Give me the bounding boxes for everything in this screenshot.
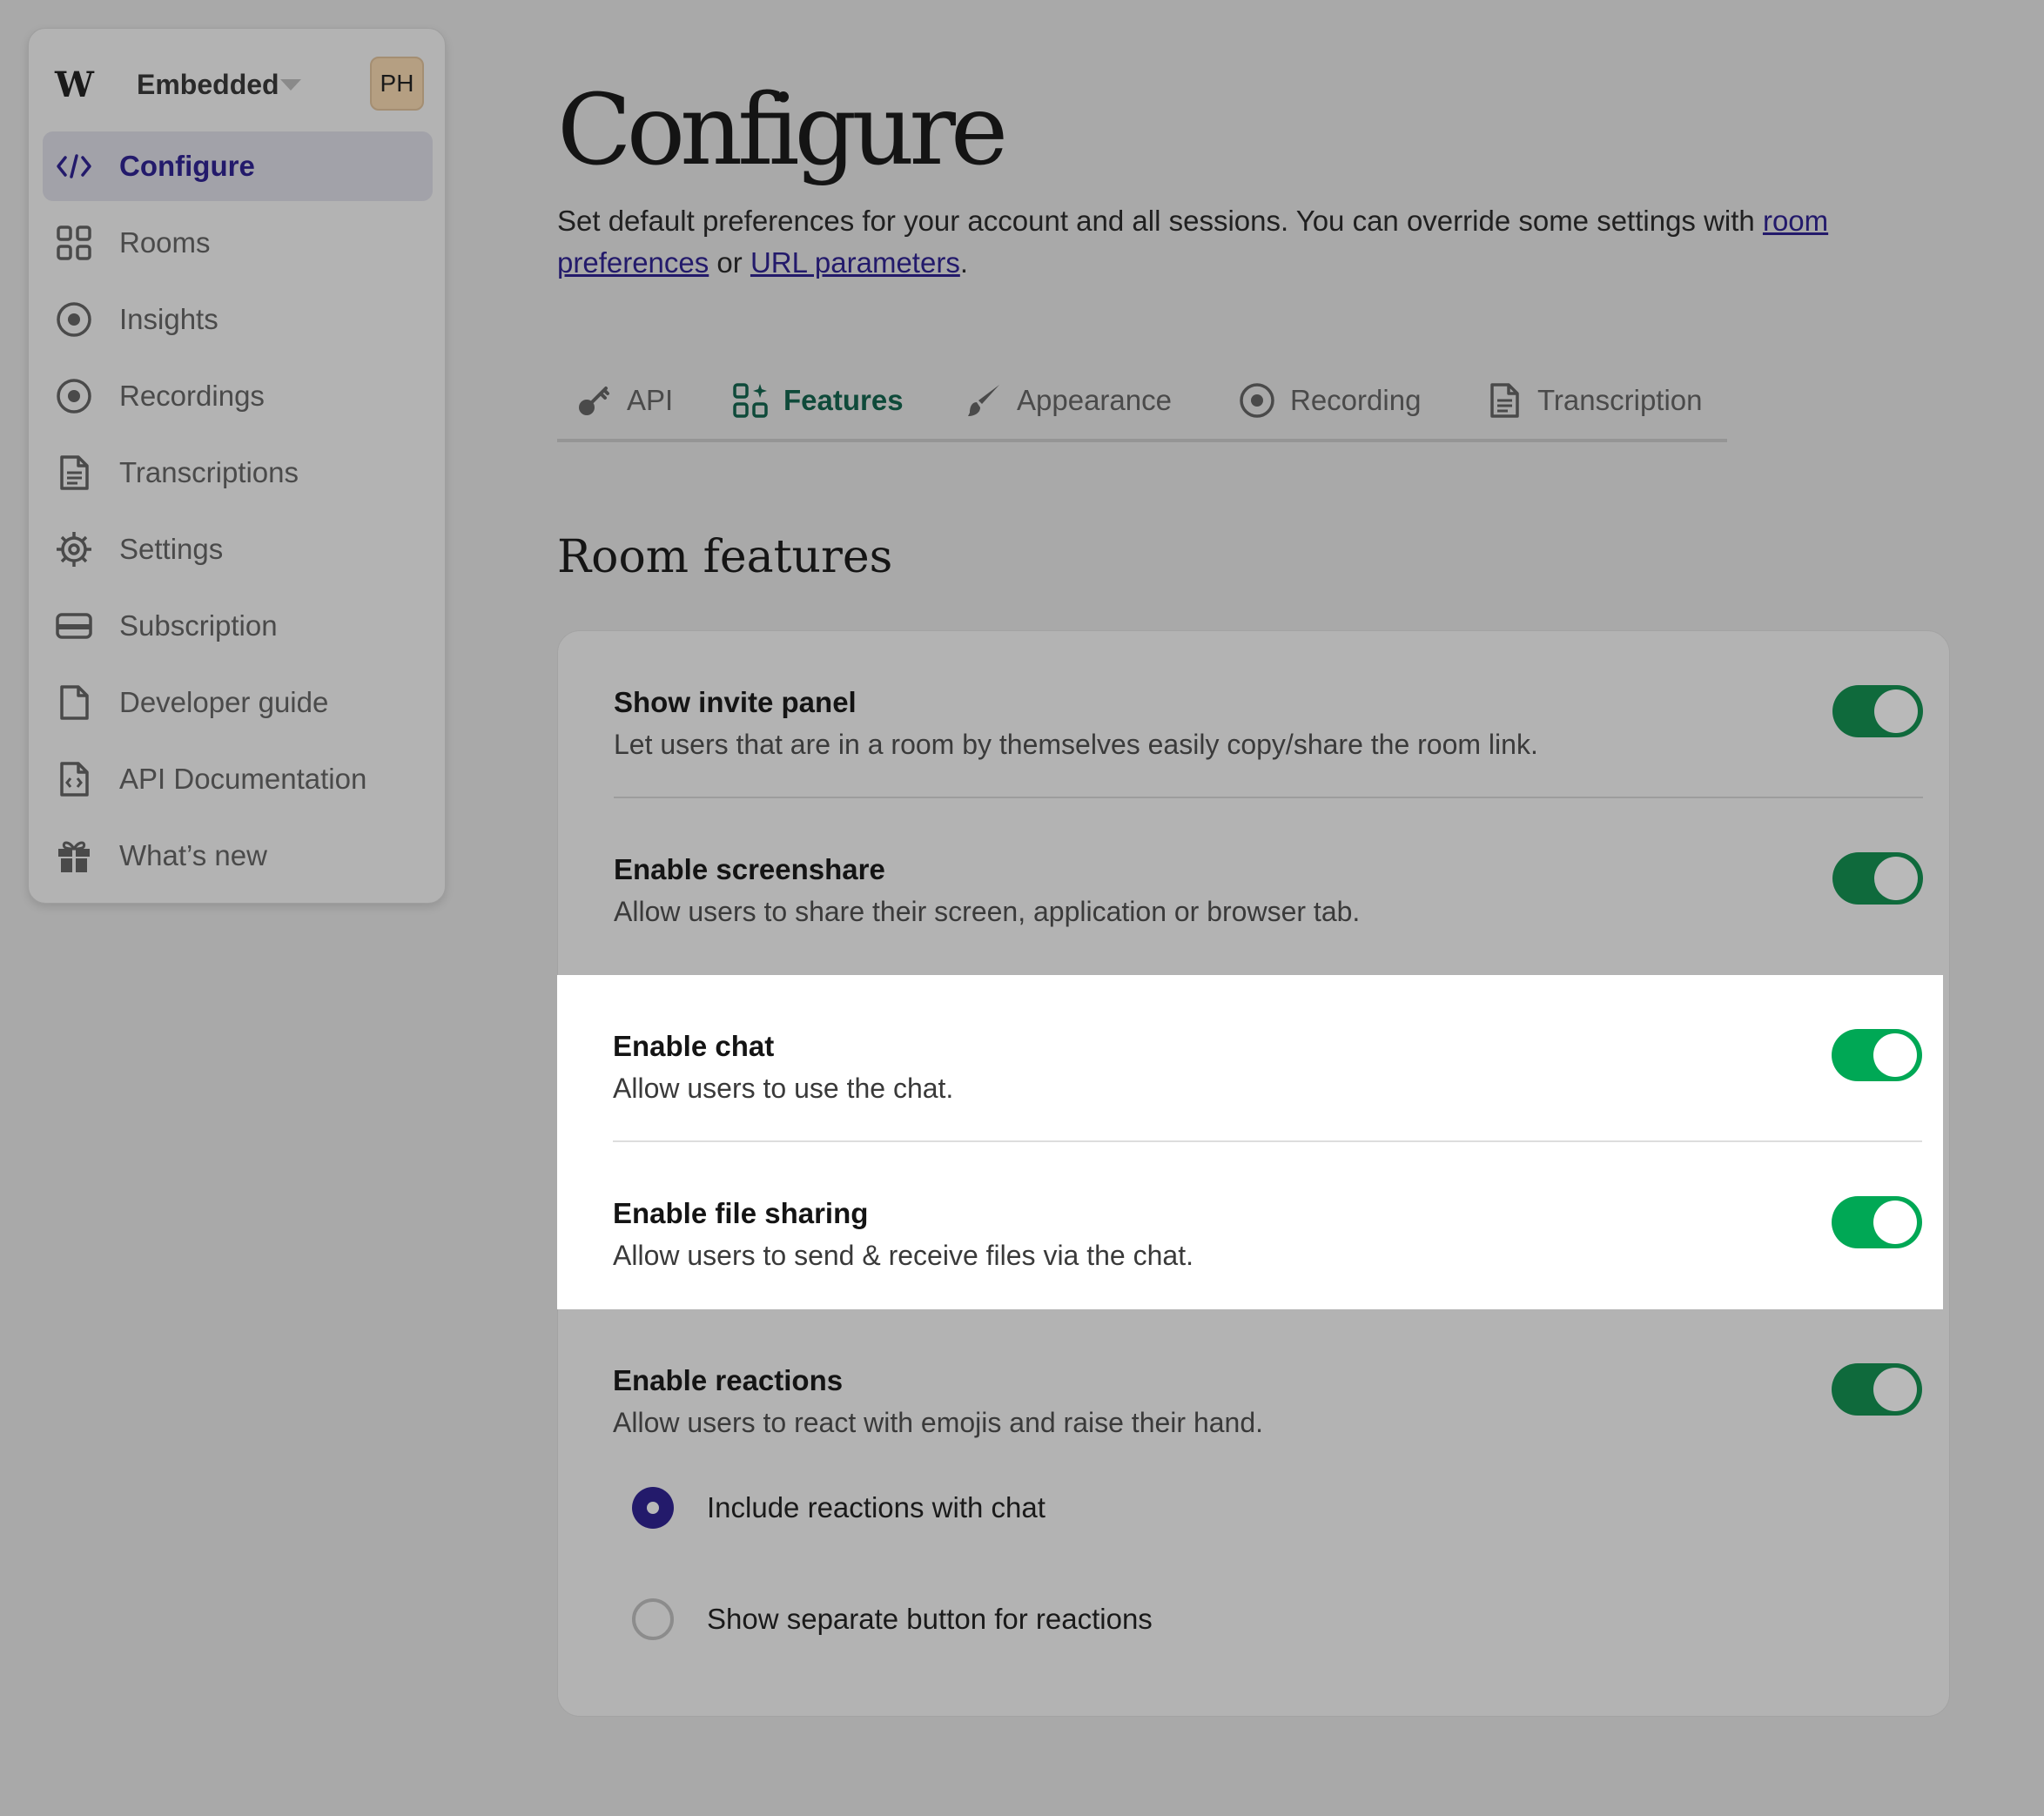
tab-appearance[interactable]: Appearance xyxy=(947,366,1200,435)
sidebar-item-label: Configure xyxy=(119,150,255,182)
target-icon xyxy=(57,302,91,337)
radio-label: Show separate button for reactions xyxy=(707,1603,1153,1635)
tab-bar: API Features Appearance Recording Transc… xyxy=(557,366,1727,442)
radio-separate-reactions-button[interactable]: Show separate button for reactions xyxy=(632,1584,1677,1654)
sidebar-item-transcriptions[interactable]: Transcriptions xyxy=(43,438,433,508)
chat-toggle[interactable] xyxy=(1832,1029,1922,1081)
avatar[interactable]: PH xyxy=(370,57,424,111)
feature-row-reactions: Enable reactions Allow users to react wi… xyxy=(613,1309,1922,1476)
intro-text: Set default preferences for your account… xyxy=(557,200,1915,284)
gift-icon xyxy=(58,841,90,872)
org-name: Embedded xyxy=(137,69,279,100)
sidebar-item-label: Rooms xyxy=(119,226,211,259)
toggle-knob xyxy=(1873,1368,1917,1411)
toggle-knob xyxy=(1874,689,1918,733)
code-file-icon xyxy=(60,762,89,797)
sidebar-item-api-documentation[interactable]: API Documentation xyxy=(43,744,433,814)
screenshare-toggle[interactable] xyxy=(1832,852,1923,905)
feature-title: Enable file sharing xyxy=(613,1197,869,1229)
sidebar-item-settings[interactable]: Settings xyxy=(43,515,433,584)
sidebar-item-label: Insights xyxy=(119,303,219,335)
sidebar-item-label: Subscription xyxy=(119,609,278,642)
feature-description: Allow users to send & receive files via … xyxy=(613,1240,1193,1271)
code-brackets-icon xyxy=(57,154,91,178)
sidebar-item-label: API Documentation xyxy=(119,763,367,795)
tab-label: API xyxy=(627,384,674,416)
sidebar: W Embedded PH Configure Rooms Insights R… xyxy=(28,28,446,904)
tab-recording[interactable]: Recording xyxy=(1220,366,1447,435)
sidebar-item-developer-guide[interactable]: Developer guide xyxy=(43,668,433,737)
file-sharing-toggle[interactable] xyxy=(1832,1196,1922,1248)
feature-description: Allow users to share their screen, appli… xyxy=(614,896,1361,927)
tab-label: Recording xyxy=(1290,384,1422,416)
sidebar-item-configure[interactable]: Configure xyxy=(43,131,433,201)
sidebar-item-recordings[interactable]: Recordings xyxy=(43,361,433,431)
sidebar-nav: Configure Rooms Insights Recordings Tran… xyxy=(43,131,433,898)
radio-label: Include reactions with chat xyxy=(707,1491,1046,1523)
feature-description: Let users that are in a room by themselv… xyxy=(614,729,1538,760)
feature-title: Enable screenshare xyxy=(614,853,885,885)
document-lines-icon xyxy=(1490,383,1519,418)
toggle-knob xyxy=(1873,1201,1917,1244)
org-switcher[interactable]: W Embedded PH xyxy=(53,57,424,112)
sidebar-item-whats-new[interactable]: What’s new xyxy=(43,821,433,891)
sidebar-item-subscription[interactable]: Subscription xyxy=(43,591,433,661)
section-title: Room features xyxy=(557,531,893,583)
feature-title: Enable chat xyxy=(613,1030,775,1062)
gear-icon xyxy=(57,532,91,567)
feature-title: Show invite panel xyxy=(614,686,857,718)
tab-api[interactable]: API xyxy=(557,366,688,435)
sidebar-item-label: Transcriptions xyxy=(119,456,299,488)
grid-sparkle-icon xyxy=(733,383,768,418)
sidebar-item-rooms[interactable]: Rooms xyxy=(43,208,433,278)
tab-label: Appearance xyxy=(1017,384,1172,416)
radio-include-reactions-with-chat[interactable]: Include reactions with chat xyxy=(632,1473,1677,1543)
toggle-knob xyxy=(1873,1033,1917,1077)
feature-row-invite-panel: Show invite panel Let users that are in … xyxy=(614,631,1923,798)
radio-button-unchecked[interactable] xyxy=(632,1598,674,1640)
chevron-down-icon[interactable] xyxy=(278,76,304,93)
sidebar-item-label: Settings xyxy=(119,533,224,565)
paintbrush-icon xyxy=(968,385,999,416)
intro-text-before: Set default preferences for your account… xyxy=(557,205,1763,237)
spotlight-region: Enable chat Allow users to use the chat.… xyxy=(557,975,1943,1309)
key-icon xyxy=(579,387,609,415)
file-icon xyxy=(60,685,89,720)
toggle-knob xyxy=(1874,857,1918,900)
feature-row-screenshare: Enable screenshare Allow users to share … xyxy=(614,798,1923,965)
invite-panel-toggle[interactable] xyxy=(1832,685,1923,737)
reactions-toggle[interactable] xyxy=(1832,1363,1922,1416)
tab-features[interactable]: Features xyxy=(714,366,931,435)
tab-label: Features xyxy=(783,384,904,416)
radio-dot xyxy=(647,1502,659,1514)
page-title: Configure xyxy=(557,74,1008,187)
svg-text:W: W xyxy=(54,64,95,105)
grid-icon xyxy=(57,225,91,260)
credit-card-icon xyxy=(56,613,92,639)
sidebar-item-label: What’s new xyxy=(119,839,267,871)
document-lines-icon xyxy=(60,455,89,490)
sidebar-item-label: Recordings xyxy=(119,380,265,412)
record-icon xyxy=(1240,383,1274,418)
url-parameters-link[interactable]: URL parameters xyxy=(750,246,960,279)
sidebar-item-insights[interactable]: Insights xyxy=(43,285,433,354)
tab-label: Transcription xyxy=(1537,384,1703,416)
feature-description: Allow users to react with emojis and rai… xyxy=(613,1407,1264,1438)
intro-text-after: . xyxy=(959,246,968,279)
feature-row-file-sharing: Enable file sharing Allow users to send … xyxy=(613,1142,1922,1309)
record-icon xyxy=(57,379,91,414)
sidebar-item-label: Developer guide xyxy=(119,686,329,718)
intro-text-middle: or xyxy=(709,246,750,279)
radio-button-checked[interactable] xyxy=(632,1487,674,1529)
feature-row-chat: Enable chat Allow users to use the chat. xyxy=(613,975,1922,1142)
feature-description: Allow users to use the chat. xyxy=(613,1073,954,1104)
tab-transcription[interactable]: Transcription xyxy=(1468,366,1720,435)
logo-icon: W xyxy=(54,64,95,105)
feature-title: Enable reactions xyxy=(613,1364,844,1396)
